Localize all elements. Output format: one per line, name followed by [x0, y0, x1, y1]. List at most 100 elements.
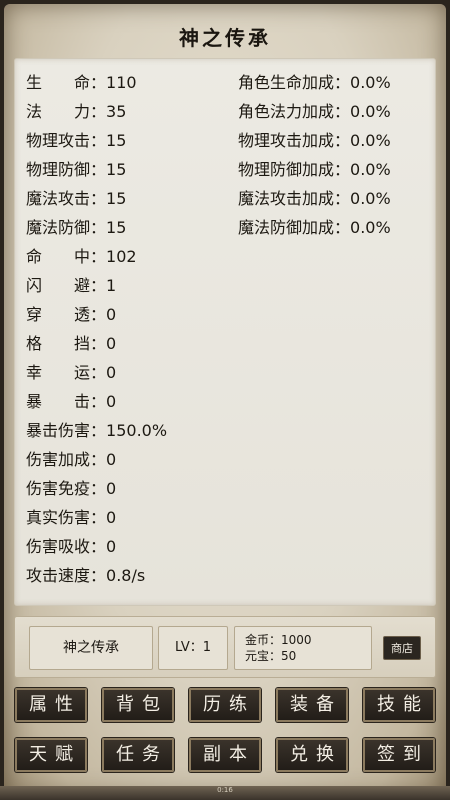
bonus-separator: ：: [334, 189, 351, 208]
stat-value: 15: [106, 160, 127, 179]
page-title: 神之传承: [179, 26, 271, 50]
stat-row: 魔法攻击：15: [26, 184, 167, 213]
stat-label: 物理防御: [26, 160, 91, 179]
stat-row: 穿透：0: [26, 300, 167, 329]
stat-label: 真实伤害: [26, 508, 91, 527]
stat-separator: ：: [90, 131, 107, 150]
stat-row: 攻击速度：0.8/s: [26, 561, 167, 590]
stat-separator: ：: [90, 276, 107, 295]
stat-row: 魔法防御：15: [26, 213, 167, 242]
bonus-separator: ：: [334, 160, 351, 179]
stat-separator: ：: [90, 537, 107, 556]
stat-row: 法力：35: [26, 97, 167, 126]
sign-in-button[interactable]: 签到: [363, 738, 435, 772]
stat-label: 格挡: [26, 334, 90, 353]
stat-separator: ：: [90, 102, 107, 121]
stat-value: 15: [106, 131, 127, 150]
yuanbao-amount: 元宝：50: [245, 649, 297, 663]
bonus-separator: ：: [334, 131, 351, 150]
stat-separator: ：: [90, 450, 107, 469]
stat-separator: ：: [90, 392, 107, 411]
stat-separator: ：: [90, 479, 107, 498]
stat-label: 幸运: [26, 363, 90, 382]
stat-separator: ：: [90, 218, 107, 237]
dungeons-button[interactable]: 副本: [189, 738, 261, 772]
exchange-button[interactable]: 兑换: [276, 738, 348, 772]
stat-value: 0.8/s: [106, 566, 146, 585]
stat-label: 物理攻击: [26, 131, 91, 150]
stat-row: 格挡：0: [26, 329, 167, 358]
bonus-value: 0.0%: [350, 160, 391, 179]
stat-label: 伤害吸收: [26, 537, 91, 556]
footer-text: 0:16: [217, 786, 233, 794]
stat-row: 暴击：0: [26, 387, 167, 416]
equipment-button[interactable]: 装备: [276, 688, 348, 722]
stat-separator: ：: [90, 160, 107, 179]
attributes-button[interactable]: 属性: [15, 688, 87, 722]
stat-value: 0: [106, 479, 117, 498]
stat-separator: ：: [90, 73, 107, 92]
stat-row: 物理攻击：15: [26, 126, 167, 155]
stat-label: 暴击: [26, 392, 90, 411]
bonus-value: 0.0%: [350, 131, 391, 150]
stat-row: 暴击伤害：150.0%: [26, 416, 167, 445]
stat-label: 法力: [26, 102, 90, 121]
stat-label: 暴击伤害: [26, 421, 91, 440]
stat-label: 伤害加成: [26, 450, 91, 469]
stat-separator: ：: [90, 421, 107, 440]
bonus-label: 魔法攻击加成: [238, 189, 335, 208]
stat-separator: ：: [90, 305, 107, 324]
stat-value: 0: [106, 305, 117, 324]
player-name-box: 神之传承: [29, 626, 153, 670]
stat-label: 魔法防御: [26, 218, 91, 237]
quests-button[interactable]: 任务: [102, 738, 174, 772]
stat-value: 0: [106, 537, 117, 556]
stat-value: 0: [106, 392, 117, 411]
stat-label: 魔法攻击: [26, 189, 91, 208]
skills-button[interactable]: 技能: [363, 688, 435, 722]
backpack-button[interactable]: 背包: [102, 688, 174, 722]
bonus-separator: ：: [334, 73, 351, 92]
stat-value: 110: [106, 73, 137, 92]
stat-value: 0: [106, 363, 117, 382]
bonus-row: 物理防御加成：0.0%: [238, 155, 391, 184]
stat-row: 真实伤害：0: [26, 503, 167, 532]
bonus-label: 物理防御加成: [238, 160, 335, 179]
bonus-value: 0.0%: [350, 73, 391, 92]
stat-label: 命中: [26, 247, 90, 266]
stat-separator: ：: [90, 363, 107, 382]
bonus-label: 角色法力加成: [238, 102, 335, 121]
bonus-label: 物理攻击加成: [238, 131, 335, 150]
stat-value: 15: [106, 218, 127, 237]
stat-row: 幸运：0: [26, 358, 167, 387]
currency-box: 金币：1000 元宝：50: [234, 626, 372, 670]
stat-value: 15: [106, 189, 127, 208]
stat-value: 0: [106, 508, 117, 527]
stat-row: 伤害加成：0: [26, 445, 167, 474]
stat-row: 生命：110: [26, 68, 167, 97]
stat-row: 闪避：1: [26, 271, 167, 300]
gold-amount: 金币：1000: [245, 633, 312, 647]
stat-row: 命中：102: [26, 242, 167, 271]
stat-label: 生命: [26, 73, 90, 92]
training-button[interactable]: 历练: [189, 688, 261, 722]
bonus-label: 角色生命加成: [238, 73, 335, 92]
stat-row: 物理防御：15: [26, 155, 167, 184]
shop-button[interactable]: 商店: [383, 636, 421, 660]
bonus-row: 物理攻击加成：0.0%: [238, 126, 391, 155]
talents-button[interactable]: 天赋: [15, 738, 87, 772]
bonus-label: 魔法防御加成: [238, 218, 335, 237]
bonus-value: 0.0%: [350, 102, 391, 121]
stat-row: 伤害吸收：0: [26, 532, 167, 561]
stat-value: 1: [106, 276, 117, 295]
bonus-stats-column: 角色生命加成：0.0% 角色法力加成：0.0% 物理攻击加成：0.0% 物理防御加成：…: [238, 68, 391, 242]
base-stats-column: 生命：110 法力：35 物理攻击：15 物理防御：15 魔法攻击：15 魔法防御：15 命…: [26, 68, 167, 590]
bonus-separator: ：: [334, 218, 351, 237]
stat-label: 闪避: [26, 276, 90, 295]
stat-value: 0: [106, 450, 117, 469]
bonus-row: 魔法防御加成：0.0%: [238, 213, 391, 242]
stat-label: 攻击速度: [26, 566, 91, 585]
stat-label: 穿透: [26, 305, 90, 324]
stat-value: 35: [106, 102, 127, 121]
stat-row: 伤害免疫：0: [26, 474, 167, 503]
